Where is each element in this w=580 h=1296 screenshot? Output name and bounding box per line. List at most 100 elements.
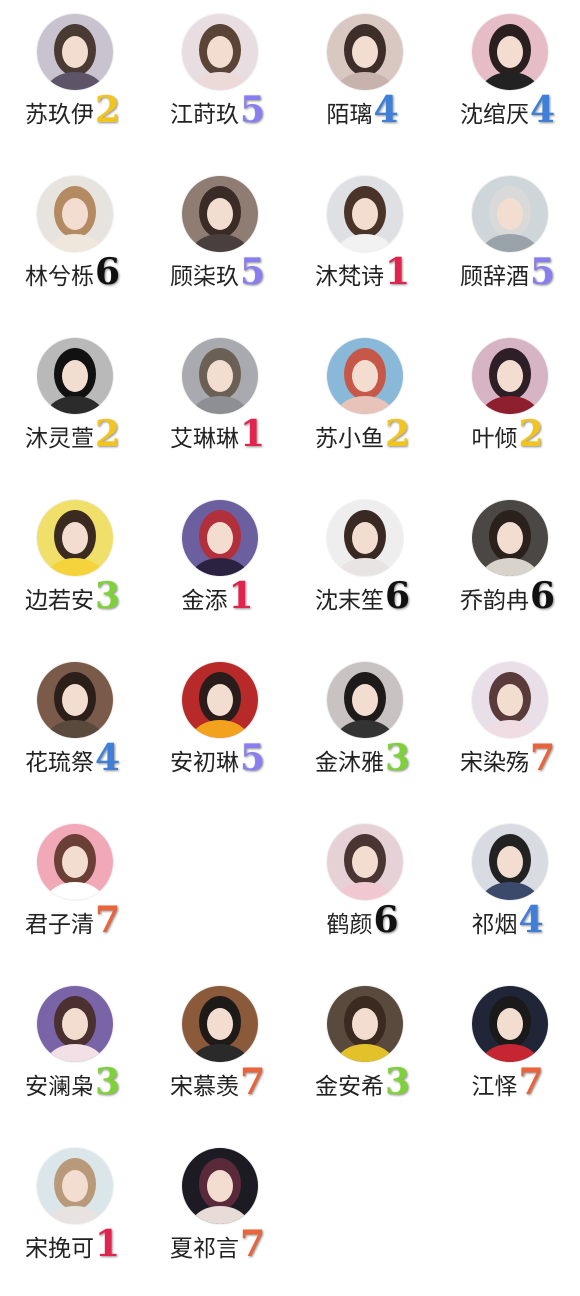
contact-number: 5: [239, 737, 266, 779]
avatar-face: [62, 1008, 88, 1040]
contact-item[interactable]: 宋挽可 1: [0, 1134, 145, 1296]
contact-number: 1: [228, 575, 254, 617]
contact-label: 江莳玖 5: [145, 78, 290, 130]
contact-item[interactable]: 陌璃 4: [290, 0, 435, 162]
contact-number: 1: [239, 413, 266, 455]
contact-item[interactable]: 顾柒玖 5: [145, 162, 290, 324]
contact-label: 金沐雅 3: [290, 726, 435, 778]
contact-name: 江怿: [471, 1074, 518, 1100]
contact-name: 沈绾厌: [459, 102, 529, 128]
avatar-face: [497, 360, 523, 392]
contact-number: 4: [373, 89, 399, 131]
contact-item[interactable]: 苏小鱼 2: [290, 324, 435, 486]
contact-name: 宋挽可: [24, 1236, 94, 1262]
contact-label: 艾琳琳 1: [145, 402, 290, 454]
contact-item[interactable]: 沈末笙 6: [290, 486, 435, 648]
contact-item[interactable]: 金安希 3: [290, 972, 435, 1134]
contact-item[interactable]: 金沐雅 3: [290, 648, 435, 810]
contact-name: 乔韵冉: [459, 588, 529, 614]
avatar-face: [497, 684, 523, 716]
contact-item[interactable]: 安初琳 5: [145, 648, 290, 810]
avatar-face: [62, 360, 88, 392]
contact-label: 花琉祭 4: [0, 726, 145, 778]
contact-label: 安初琳 5: [145, 726, 290, 778]
avatar-face: [62, 522, 88, 554]
avatar-face: [497, 36, 523, 68]
contact-item[interactable]: 祁烟 4: [435, 810, 580, 972]
contact-name: 艾琳琳: [169, 426, 239, 452]
contact-number: 3: [94, 1061, 121, 1103]
contact-item[interactable]: 鹤颜 6: [290, 810, 435, 972]
contact-item[interactable]: 宋慕羡 7: [145, 972, 290, 1134]
contact-number: 3: [384, 1061, 411, 1103]
contact-name: 沈末笙: [314, 588, 384, 614]
contact-number: 6: [373, 899, 399, 941]
contact-item[interactable]: 艾琳琳 1: [145, 324, 290, 486]
contact-label: 边若安 3: [0, 564, 145, 616]
contact-number: 4: [529, 89, 556, 131]
avatar-face: [207, 36, 233, 68]
avatar-face: [497, 846, 523, 878]
contact-item[interactable]: 宋染殇 7: [435, 648, 580, 810]
contact-number: 3: [384, 737, 411, 779]
contact-item[interactable]: 边若安 3: [0, 486, 145, 648]
contact-item[interactable]: 夏祁言 7: [145, 1134, 290, 1296]
contact-label: 鹤颜 6: [290, 888, 435, 940]
avatar-face: [352, 198, 378, 230]
contact-name: 君子清: [24, 912, 94, 938]
contact-number: 1: [384, 251, 411, 293]
contact-name: 叶倾: [471, 426, 518, 452]
contact-number: 1: [94, 1223, 121, 1265]
contact-number: 6: [94, 251, 121, 293]
contact-item[interactable]: 顾辞酒 5: [435, 162, 580, 324]
contact-number: 5: [239, 251, 266, 293]
contact-item[interactable]: 安澜枭 3: [0, 972, 145, 1134]
contact-name: 宋染殇: [459, 750, 529, 776]
avatar-face: [207, 684, 233, 716]
contact-number: 4: [94, 737, 121, 779]
avatar-face: [62, 846, 88, 878]
contact-item[interactable]: 苏玖伊 2: [0, 0, 145, 162]
avatar-face: [497, 1008, 523, 1040]
avatar-face: [207, 1008, 233, 1040]
avatar-face: [352, 36, 378, 68]
contact-item[interactable]: 江莳玖 5: [145, 0, 290, 162]
contact-item[interactable]: 林兮栎 6: [0, 162, 145, 324]
avatar-face: [352, 684, 378, 716]
contact-label: 君子清 7: [0, 888, 145, 940]
contact-number: 5: [239, 89, 266, 131]
contact-name: 沐梵诗: [314, 264, 384, 290]
contact-number: 2: [384, 413, 411, 455]
avatar-face: [352, 360, 378, 392]
contact-number: 7: [529, 737, 556, 779]
contact-item[interactable]: 叶倾 2: [435, 324, 580, 486]
avatar-face: [207, 360, 233, 392]
contact-name: 金安希: [314, 1074, 384, 1100]
contact-item[interactable]: 沈绾厌 4: [435, 0, 580, 162]
contact-name: 苏小鱼: [314, 426, 384, 452]
contact-name: 金添: [181, 588, 228, 614]
contact-number: 3: [94, 575, 121, 617]
contact-item[interactable]: 江怿 7: [435, 972, 580, 1134]
contact-label: 沐灵萱 2: [0, 402, 145, 454]
contact-name: 顾柒玖: [169, 264, 239, 290]
contact-item[interactable]: 金添 1: [145, 486, 290, 648]
contact-number: 2: [94, 89, 121, 131]
contact-item[interactable]: 君子清 7: [0, 810, 145, 972]
avatar-face: [62, 684, 88, 716]
contact-name: 祁烟: [471, 912, 518, 938]
contact-name: 金沐雅: [314, 750, 384, 776]
contact-item[interactable]: 沐灵萱 2: [0, 324, 145, 486]
contact-name: 陌璃: [326, 102, 373, 128]
contact-label: 苏玖伊 2: [0, 78, 145, 130]
contact-label: 沐梵诗 1: [290, 240, 435, 292]
contact-item[interactable]: 沐梵诗 1: [290, 162, 435, 324]
contact-label: 安澜枭 3: [0, 1050, 145, 1102]
avatar-face: [497, 198, 523, 230]
contact-item[interactable]: 花琉祭 4: [0, 648, 145, 810]
contact-item[interactable]: 乔韵冉 6: [435, 486, 580, 648]
avatar-face: [352, 1008, 378, 1040]
avatar-face: [62, 36, 88, 68]
contact-label: 金添 1: [145, 564, 290, 616]
contact-number: 2: [518, 413, 544, 455]
